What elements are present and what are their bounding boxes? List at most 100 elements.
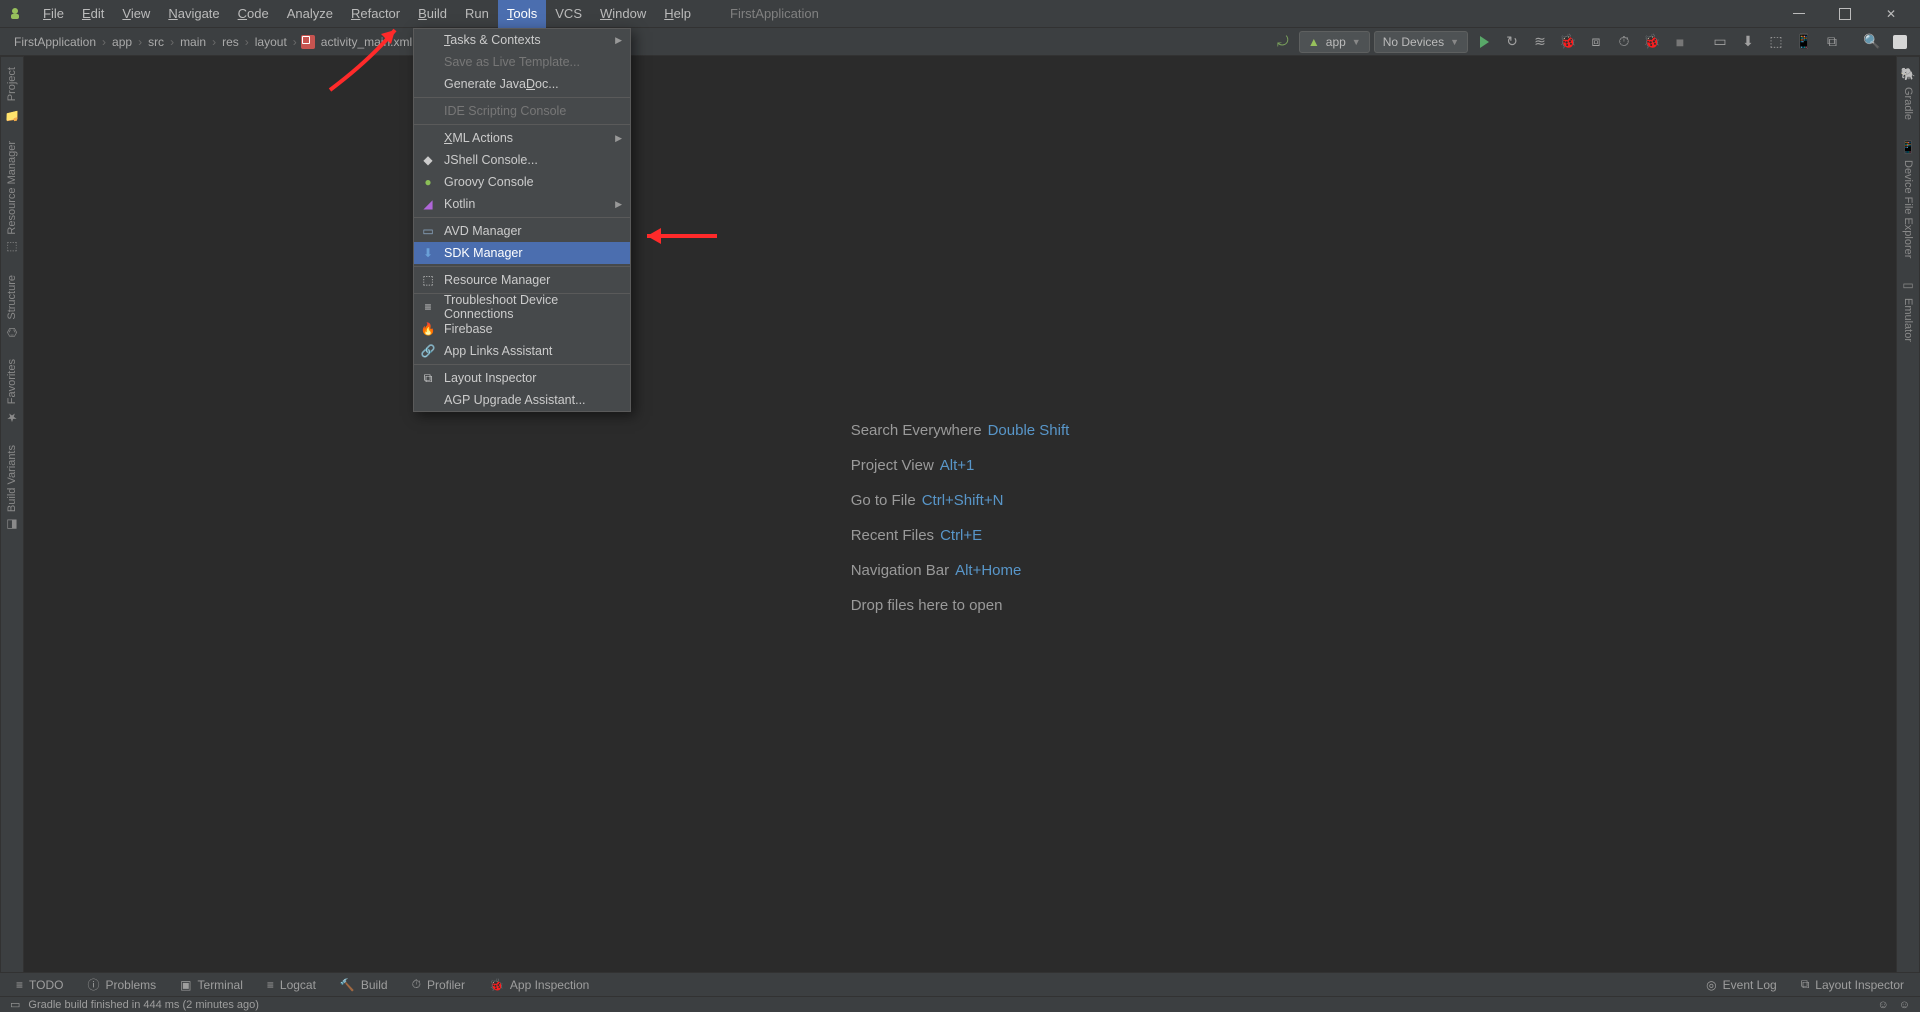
tools-jshell-console[interactable]: ◆JShell Console... <box>414 149 630 171</box>
stripe-gradle[interactable]: 🐘Gradle <box>1901 57 1915 130</box>
tools-generate-javadoc[interactable]: Generate JavaDoc... <box>414 73 630 95</box>
sdk-manager-icon[interactable]: ⬇ <box>1736 30 1760 54</box>
toolwindow-logcat[interactable]: ≡Logcat <box>257 973 326 997</box>
breadcrumb-item[interactable]: activity_main.xml <box>319 35 414 49</box>
menu-refactor[interactable]: Refactor <box>342 0 409 28</box>
menu-run[interactable]: Run <box>456 0 498 28</box>
menu-edit[interactable]: Edit <box>73 0 113 28</box>
menu-item-label: Save as Live Template... <box>444 55 622 69</box>
stripe-build-variants[interactable]: ◧ Build Variants <box>5 435 19 542</box>
coverage-icon[interactable]: ⧈ <box>1584 30 1608 54</box>
breadcrumb-item[interactable]: main <box>178 35 208 49</box>
stripe-resource-manager[interactable]: ⬚Resource Manager <box>5 131 19 265</box>
menu-vcs[interactable]: VCS <box>546 0 591 28</box>
welcome-shortcut: Double Shift <box>988 422 1070 439</box>
tools-avd-manager[interactable]: ▭ AVD Manager <box>414 220 630 242</box>
search-icon[interactable]: 🔍 <box>1860 30 1884 54</box>
welcome-text: Project View <box>851 457 934 474</box>
tools-resource-manager[interactable]: ⬚Resource Manager <box>414 269 630 291</box>
breadcrumb-item[interactable]: FirstApplication <box>12 35 98 49</box>
statusbar-icon: ▭ <box>10 998 20 1011</box>
android-icon: ▲ <box>1308 35 1320 49</box>
tools-sdk-manager[interactable]: ⬇SDK Manager <box>414 242 630 264</box>
menu-window[interactable]: Window <box>591 0 655 28</box>
welcome-shortcut: Ctrl+Shift+N <box>922 492 1004 509</box>
stripe-emulator[interactable]: ▭Emulator <box>1901 268 1915 352</box>
menu-item-label: AVD Manager <box>444 224 622 238</box>
breadcrumb-item[interactable]: src <box>146 35 166 49</box>
profile-avatar[interactable] <box>1888 30 1912 54</box>
toolwindow-problems[interactable]: ⓘProblems <box>77 973 166 997</box>
tools-app-links-assistant[interactable]: 🔗App Links Assistant <box>414 340 630 362</box>
menu-item-label: Groovy Console <box>444 175 622 189</box>
tools-dropdown: Tasks & Contexts▶ Save as Live Template..… <box>413 28 631 412</box>
status-face-icon[interactable]: ☺ <box>1878 999 1889 1011</box>
menu-tools[interactable]: Tools <box>498 0 546 28</box>
tools-firebase[interactable]: 🔥Firebase <box>414 318 630 340</box>
profiler-icon[interactable]: ≋ <box>1528 30 1552 54</box>
menu-analyze[interactable]: Analyze <box>278 0 342 28</box>
stripe-favorites[interactable]: ★Favorites <box>5 349 19 434</box>
stripe-label: Build Variants <box>6 445 18 512</box>
toolwindow-todo[interactable]: ≡TODO <box>6 973 73 997</box>
toolwindow-profiler[interactable]: ⏱Profiler <box>402 973 475 997</box>
stripe-structure[interactable]: ⌬Structure <box>5 265 19 350</box>
breadcrumb-item[interactable]: layout <box>253 35 289 49</box>
groovy-icon: ● <box>420 174 436 190</box>
toolwindow-label: Layout Inspector <box>1815 978 1904 992</box>
run-button[interactable] <box>1472 30 1496 54</box>
toolwindow-layout-inspector[interactable]: ⧉Layout Inspector <box>1791 973 1914 997</box>
avd-icon: ▭ <box>420 223 436 239</box>
device-explorer-icon[interactable]: 📱 <box>1792 30 1816 54</box>
welcome-line: Drop files here to open <box>851 597 1070 614</box>
menu-build[interactable]: Build <box>409 0 456 28</box>
jshell-icon: ◆ <box>420 152 436 168</box>
status-face-icon[interactable]: ☺ <box>1899 999 1910 1011</box>
toolwindow-label: Event Log <box>1723 978 1777 992</box>
menu-view[interactable]: View <box>113 0 159 28</box>
close-button[interactable] <box>1868 0 1914 28</box>
toolwindow-label: App Inspection <box>510 978 589 992</box>
run-config-selector[interactable]: ▲ app ▼ <box>1299 31 1370 53</box>
debug-step-icon[interactable]: ↻ <box>1500 30 1524 54</box>
toolwindow-event-log[interactable]: ◎Event Log <box>1696 973 1787 997</box>
tools-xml-actions[interactable]: XML Actions▶ <box>414 127 630 149</box>
minimize-button[interactable] <box>1776 0 1822 28</box>
stripe-device-file-explorer[interactable]: 📱Device File Explorer <box>1901 130 1915 268</box>
tools-tasks-contexts[interactable]: Tasks & Contexts▶ <box>414 29 630 51</box>
tools-kotlin[interactable]: ◢Kotlin▶ <box>414 193 630 215</box>
todo-icon: ≡ <box>16 978 23 992</box>
toolwindow-terminal[interactable]: ▣Terminal <box>170 973 253 997</box>
stop-icon[interactable]: ■ <box>1668 30 1692 54</box>
breadcrumb[interactable]: FirstApplication›app›src›main›res›layout… <box>0 35 414 49</box>
chevron-down-icon: ▼ <box>1450 37 1459 47</box>
tools-groovy-console[interactable]: ● Groovy Console <box>414 171 630 193</box>
stripe-project[interactable]: 📁Project <box>5 57 19 131</box>
toolwindow-app-inspection[interactable]: 🐞App Inspection <box>479 973 599 997</box>
tools-troubleshoot-device-connections[interactable]: ≡Troubleshoot Device Connections <box>414 296 630 318</box>
build-icon: 🔨 <box>340 978 355 992</box>
maximize-button[interactable] <box>1822 0 1868 28</box>
device-selector[interactable]: No Devices ▼ <box>1374 31 1468 53</box>
breadcrumb-item[interactable]: res <box>220 35 241 49</box>
resource-manager-icon[interactable]: ⬚ <box>1764 30 1788 54</box>
tools-layout-inspector[interactable]: ⧉Layout Inspector <box>414 367 630 389</box>
debug-icon[interactable]: 🐞 <box>1556 30 1580 54</box>
menu-navigate[interactable]: Navigate <box>159 0 228 28</box>
tools-agp-upgrade-assistant[interactable]: AGP Upgrade Assistant... <box>414 389 630 411</box>
toolwindow-build[interactable]: 🔨Build <box>330 973 398 997</box>
attach-debugger-icon[interactable]: 🐞 <box>1640 30 1664 54</box>
menu-code[interactable]: Code <box>229 0 278 28</box>
menu-file[interactable]: File <box>34 0 73 28</box>
device-file-explorer-icon: 📱 <box>1901 140 1915 154</box>
menu-item-label: Generate JavaDoc... <box>444 77 622 91</box>
avd-manager-icon[interactable]: ▭ <box>1708 30 1732 54</box>
sync-icon[interactable]: ⤾ <box>1271 30 1295 54</box>
submenu-arrow-icon: ▶ <box>615 35 622 46</box>
layout-inspector-icon[interactable]: ⧉ <box>1820 30 1844 54</box>
logcat-icon: ≡ <box>267 978 274 992</box>
profile-icon[interactable]: ⏱ <box>1612 30 1636 54</box>
menu-help[interactable]: Help <box>655 0 700 28</box>
build-variants-icon: ◧ <box>5 518 19 532</box>
breadcrumb-item[interactable]: app <box>110 35 134 49</box>
